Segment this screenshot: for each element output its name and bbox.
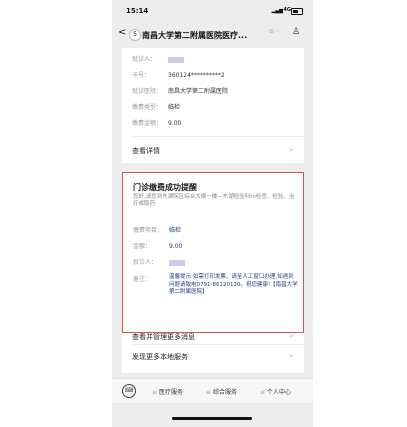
info-row: 缴费项目： 临检 — [133, 227, 182, 234]
chevron-right-icon: > — [288, 146, 294, 154]
info-row: 卡号： 360124**********2 — [132, 72, 225, 79]
bottom-menu-bar: ⌨ ≡ 医疗服务 ≡ 综合服务 ≡ 个人中心 — [112, 378, 313, 403]
profile-icon[interactable]: ♙ — [292, 27, 300, 37]
back-icon[interactable]: < — [118, 27, 126, 38]
divider — [132, 344, 304, 345]
battery-icon — [291, 8, 303, 15]
notice-description: 您好,请您到东湖院区综合大楼一楼—东湖检验科tn检查、检验、治疗或取药 — [133, 194, 295, 207]
discover-services-link[interactable]: 发现更多本地服务 > — [132, 352, 294, 362]
tab-general-services[interactable]: ≡ 综合服务 — [206, 387, 237, 396]
page-title: 南昌大学第二附属医院医疗... — [142, 31, 248, 40]
info-row: 就诊人： — [133, 257, 185, 266]
more-links-card: 查看并管理更多消息 > 发现更多本地服务 > — [122, 332, 304, 373]
phone-screen: 15:14 ▂▄▆ 4G < 5 南昌大学第二附属医院医疗... ⊙ ◦ ♙ 就… — [112, 0, 313, 427]
info-row: 就诊人： — [132, 54, 184, 63]
chevron-right-icon: > — [288, 332, 294, 340]
nav-bar: < 5 南昌大学第二附属医院医疗... ⊙ ◦ ♙ — [112, 22, 313, 46]
status-time: 15:14 — [126, 7, 149, 15]
info-row: 金额： 9.00 — [133, 243, 183, 250]
redacted-name — [168, 56, 184, 63]
payment-info-card: 就诊人： 卡号： 360124**********2 就诊医院： 南昌大学第二附属医… — [122, 48, 304, 163]
info-row: 缴费类型： 临检 — [132, 104, 181, 111]
info-row: 缴费金额： 9.00 — [132, 120, 182, 127]
payment-success-card: 门诊缴费成功提醒 您好,请您到东湖院区综合大楼一楼—东湖检验科tn检查、检验、治… — [122, 172, 304, 333]
signal-icon: ▂▄▆ — [271, 8, 283, 14]
more-icon[interactable]: ⊙ ◦ — [269, 28, 279, 35]
chevron-right-icon: > — [288, 352, 294, 360]
view-details-link[interactable]: 查看详情 > — [132, 146, 294, 156]
unread-badge: 5 — [129, 29, 141, 41]
notice-title: 门诊缴费成功提醒 — [133, 183, 197, 192]
network-type: 4G — [283, 7, 291, 13]
tab-personal-center[interactable]: ≡ 个人中心 — [260, 387, 291, 396]
tab-medical-services[interactable]: ≡ 医疗服务 — [152, 387, 183, 396]
info-row: 就诊医院： 南昌大学第二附属医院 — [132, 88, 229, 95]
info-row: 备注： — [133, 276, 152, 283]
status-bar: 15:14 ▂▄▆ 4G — [112, 0, 313, 22]
divider — [132, 136, 304, 137]
keyboard-icon[interactable]: ⌨ — [122, 384, 136, 398]
manage-messages-link[interactable]: 查看并管理更多消息 > — [132, 332, 294, 342]
redacted-name — [169, 259, 185, 266]
home-indicator — [172, 417, 252, 420]
remark-text: 温馨提示:如需打印发票，请至人工窗口办理,如遇到问题请致电0791-861201… — [169, 274, 298, 295]
